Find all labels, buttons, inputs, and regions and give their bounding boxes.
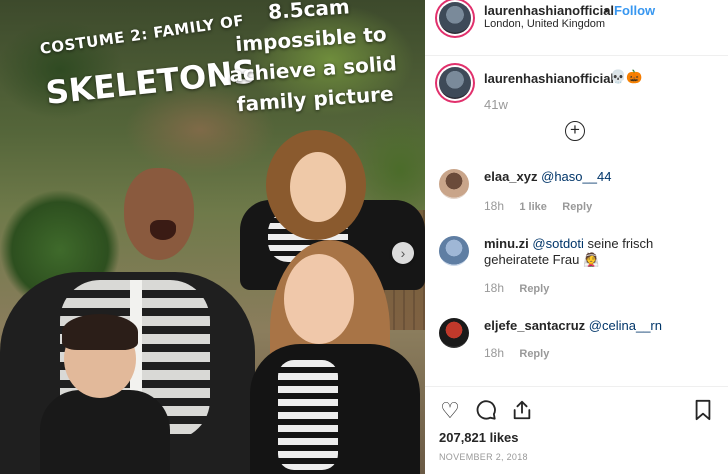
story-text-caption: 8.5cam impossible to achieve a solid fam… <box>228 0 398 117</box>
author-username[interactable]: laurenhashianofficial <box>484 3 614 18</box>
commenter-username[interactable]: eljefe_santacruz <box>484 318 585 333</box>
next-photo-arrow-icon[interactable]: › <box>392 242 414 264</box>
comments-list[interactable]: laurenhashianofficial 💀🎃 41w + elaa_xyz … <box>425 57 728 385</box>
caption-text: 💀🎃 <box>610 69 643 84</box>
like-heart-icon[interactable]: ♡ <box>438 399 462 423</box>
woman-head <box>284 254 354 344</box>
comment-likes[interactable]: 1 like <box>519 201 547 213</box>
share-icon[interactable] <box>510 399 534 423</box>
girl-head <box>290 152 346 222</box>
baby-body <box>40 390 170 474</box>
commenter-username[interactable]: elaa_xyz <box>484 169 538 184</box>
header-separator: • <box>604 3 609 18</box>
comment-reply-button[interactable]: Reply <box>519 283 549 295</box>
author-avatar[interactable] <box>439 2 471 34</box>
comment-body: eljefe_santacruz @celina__rn <box>484 318 714 334</box>
post-photo[interactable]: COSTUME 2: FAMILY OF SKELETONS 8.5cam im… <box>0 0 425 474</box>
likes-count[interactable]: 207,821 likes <box>439 430 519 445</box>
comment-mention[interactable]: @haso__44 <box>541 169 611 184</box>
caption-author-avatar[interactable] <box>439 67 471 99</box>
caption-timestamp[interactable]: 41w <box>484 97 508 112</box>
comment-item: minu.zi @sotdoti seine frisch geheiratet… <box>425 236 728 296</box>
comment-timestamp[interactable]: 18h <box>484 281 504 295</box>
comment-meta: 18h Reply <box>484 346 561 360</box>
baby-hair <box>62 314 138 350</box>
comment-meta: 18h Reply <box>484 281 561 295</box>
comment-bubble-icon[interactable] <box>474 399 498 423</box>
comment-item: eljefe_santacruz @celina__rn 18h Reply <box>425 318 728 378</box>
bookmark-svg <box>695 399 711 421</box>
commenter-username[interactable]: minu.zi <box>484 236 529 251</box>
post-actions: ♡ 207,821 likes NOVEMBER 2, 2018 <box>425 386 728 474</box>
caption-username[interactable]: laurenhashianofficial <box>484 71 614 86</box>
comment-mention[interactable]: @celina__rn <box>589 318 662 333</box>
commenter-avatar[interactable] <box>439 169 469 199</box>
comment-body: minu.zi @sotdoti seine frisch geheiratet… <box>484 236 714 268</box>
man-head <box>124 168 194 260</box>
comment-reply-button[interactable]: Reply <box>562 201 592 213</box>
comment-reply-button[interactable]: Reply <box>519 348 549 360</box>
comment-timestamp[interactable]: 18h <box>484 199 504 213</box>
woman-skeleton-ribs <box>278 360 338 470</box>
post-header: laurenhashianofficial • Follow London, U… <box>425 0 728 56</box>
commenter-avatar[interactable] <box>439 236 469 266</box>
post-date[interactable]: NOVEMBER 2, 2018 <box>439 452 528 462</box>
comment-mention[interactable]: @sotdoti <box>532 236 584 251</box>
follow-button[interactable]: Follow <box>614 3 655 18</box>
comment-item: elaa_xyz @haso__44 18h 1 like Reply <box>425 169 728 229</box>
post-sidebar: laurenhashianofficial • Follow London, U… <box>425 0 728 474</box>
commenter-avatar[interactable] <box>439 318 469 348</box>
comment-timestamp[interactable]: 18h <box>484 346 504 360</box>
comment-body: elaa_xyz @haso__44 <box>484 169 714 185</box>
bookmark-icon[interactable] <box>691 399 715 423</box>
post-location[interactable]: London, United Kingdom <box>484 18 605 30</box>
share-svg <box>513 400 531 420</box>
man-mouth <box>150 220 176 240</box>
load-more-comments-icon[interactable]: + <box>565 121 585 141</box>
comment-bubble-svg <box>476 400 496 420</box>
comment-meta: 18h 1 like Reply <box>484 199 604 213</box>
